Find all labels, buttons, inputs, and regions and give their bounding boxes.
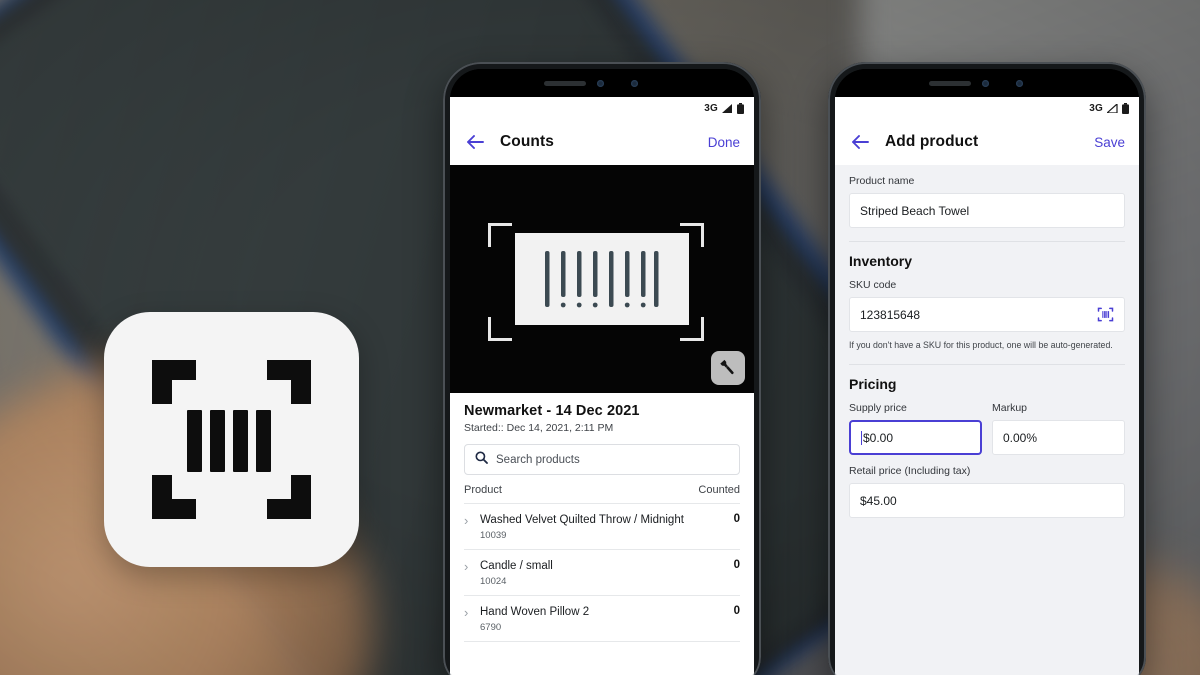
flashlight-icon — [720, 359, 734, 375]
sku-label: SKU code — [849, 279, 897, 291]
screenshot-stage: 3G Counts Done Newmarket - 14 Dec 2021 S… — [0, 0, 1200, 675]
signal-triangle-icon — [722, 103, 733, 113]
count-panel: Newmarket - 14 Dec 2021 Started:: Dec 14… — [450, 393, 754, 642]
markup-value: 0.00% — [1003, 430, 1038, 445]
product-name: Hand Woven Pillow 2 — [480, 606, 590, 618]
supply-price-value: $0.00 — [863, 430, 894, 445]
product-info: Hand Woven Pillow 2 6790 — [480, 605, 726, 633]
earpiece-speaker — [929, 81, 971, 86]
markup-group: Markup 0.00% — [992, 402, 1125, 455]
product-sku: 10039 — [480, 530, 507, 541]
supply-price-input[interactable]: $0.00 — [849, 420, 982, 455]
proximity-sensor-icon — [631, 80, 638, 87]
markup-input[interactable]: 0.00% — [992, 420, 1125, 455]
chevron-right-icon: › — [464, 513, 469, 528]
supply-price-group: Supply price $0.00 — [849, 402, 982, 455]
scan-corner-bottom-left — [488, 317, 512, 341]
back-arrow-icon[interactable] — [849, 131, 871, 153]
count-title: Newmarket - 14 Dec 2021 — [464, 403, 640, 419]
sku-input[interactable]: 123815648 — [849, 297, 1125, 332]
search-icon — [475, 451, 488, 469]
counts-appbar: Counts Done — [450, 119, 754, 165]
search-placeholder: Search products — [496, 453, 580, 466]
table-row[interactable]: › Washed Velvet Quilted Throw / Midnight… — [464, 504, 740, 550]
pricing-section-title: Pricing — [849, 376, 897, 392]
count-subtitle: Started:: Dec 14, 2021, 2:11 PM — [464, 422, 614, 434]
product-sku: 10024 — [480, 576, 507, 587]
supply-price-label: Supply price — [849, 402, 907, 414]
retail-price-input[interactable]: $45.00 — [849, 483, 1125, 518]
barcode-scanner-app-icon — [104, 312, 359, 567]
sku-helper-text: If you don't have a SKU for this product… — [849, 340, 1113, 350]
product-name-value: Striped Beach Towel — [860, 203, 970, 218]
page-title: Counts — [500, 133, 554, 150]
network-label: 3G — [704, 102, 718, 114]
battery-icon — [1122, 102, 1129, 114]
earpiece-speaker — [544, 81, 586, 86]
list-header-row: Product Counted — [464, 475, 740, 503]
product-counted: 0 — [733, 605, 740, 617]
retail-price-group: Retail price (Including tax) $45.00 — [835, 455, 1139, 518]
flashlight-button[interactable] — [711, 351, 745, 385]
barcode-icon — [515, 233, 689, 325]
battery-icon — [737, 102, 744, 114]
price-row: Supply price $0.00 Markup 0.00% — [835, 392, 1139, 455]
chevron-right-icon: › — [464, 559, 469, 574]
product-name-input[interactable]: Striped Beach Towel — [849, 193, 1125, 228]
back-arrow-icon[interactable] — [464, 131, 486, 153]
save-button[interactable]: Save — [1094, 135, 1125, 150]
front-camera-icon — [982, 80, 989, 87]
product-counted: 0 — [733, 513, 740, 525]
product-name: Candle / small — [480, 560, 553, 572]
search-products-input[interactable]: Search products — [464, 444, 740, 475]
add-product-appbar: Add product Save — [835, 119, 1139, 165]
table-row[interactable]: › Hand Woven Pillow 2 6790 0 — [464, 596, 740, 642]
phone-counts: 3G Counts Done Newmarket - 14 Dec 2021 S… — [443, 62, 761, 675]
barcode-scan-icon[interactable] — [1097, 306, 1114, 323]
done-button[interactable]: Done — [708, 135, 740, 150]
phone-counts-screen: 3G Counts Done Newmarket - 14 Dec 2021 S… — [450, 97, 754, 675]
phone-add-product: 3G Add product Save Product name Striped… — [828, 62, 1146, 675]
column-header-counted: Counted — [698, 484, 740, 496]
text-caret — [861, 430, 862, 445]
product-sku: 6790 — [480, 622, 502, 633]
product-name-label: Product name — [849, 175, 915, 187]
chevron-right-icon: › — [464, 605, 469, 620]
phone-add-product-notch — [835, 69, 1139, 97]
table-row[interactable]: › Candle / small 10024 0 — [464, 550, 740, 596]
markup-label: Markup — [992, 402, 1028, 414]
retail-price-value: $45.00 — [860, 493, 897, 508]
barcode-scanner-viewport[interactable] — [450, 165, 754, 393]
phone-add-product-screen: 3G Add product Save Product name Striped… — [835, 97, 1139, 675]
product-name-group: Product name Striped Beach Towel — [835, 165, 1139, 228]
status-bar: 3G — [835, 97, 1139, 119]
status-bar: 3G — [450, 97, 754, 119]
product-info: Candle / small 10024 — [480, 559, 726, 587]
product-list: › Washed Velvet Quilted Throw / Midnight… — [464, 503, 740, 642]
page-title: Add product — [885, 133, 979, 150]
product-info: Washed Velvet Quilted Throw / Midnight 1… — [480, 513, 726, 541]
proximity-sensor-icon — [1016, 80, 1023, 87]
product-name: Washed Velvet Quilted Throw / Midnight — [480, 514, 684, 526]
front-camera-icon — [597, 80, 604, 87]
sku-group: SKU code 123815648 — [835, 269, 1139, 332]
retail-price-label: Retail price (Including tax) — [849, 465, 971, 477]
scan-corner-top-left — [488, 223, 512, 247]
inventory-section-title: Inventory — [849, 253, 913, 269]
phone-counts-notch — [450, 69, 754, 97]
network-label: 3G — [1089, 102, 1103, 114]
column-header-product: Product — [464, 484, 502, 496]
sku-value: 123815648 — [860, 307, 921, 322]
add-product-form: Product name Striped Beach Towel Invento… — [835, 165, 1139, 675]
signal-triangle-icon — [1107, 103, 1118, 113]
product-counted: 0 — [733, 559, 740, 571]
scan-icon — [152, 360, 311, 519]
